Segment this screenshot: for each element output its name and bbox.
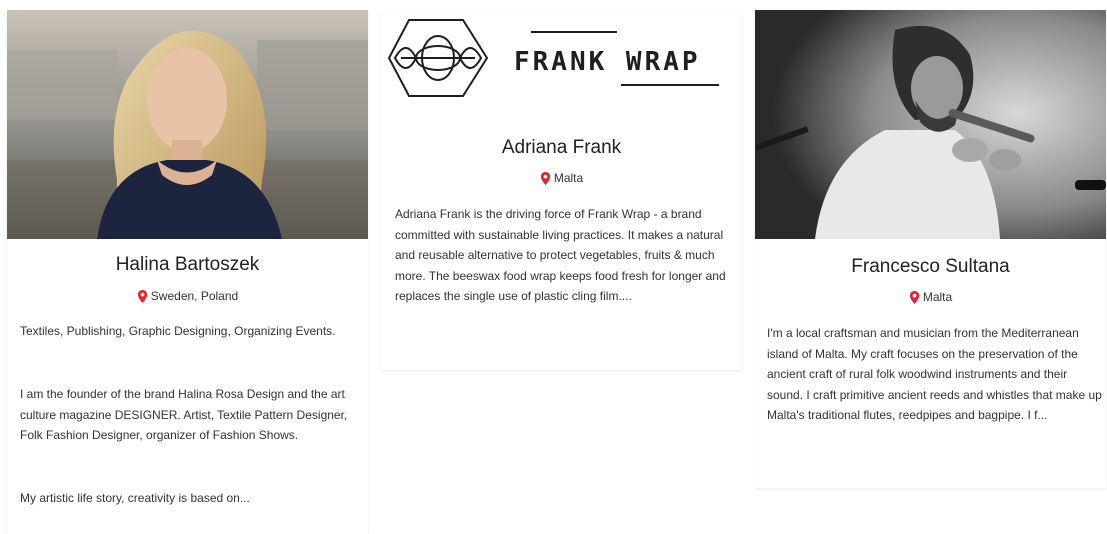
person-name[interactable]: Francesco Sultana — [755, 256, 1106, 278]
map-pin-icon — [909, 290, 919, 304]
location: Malta — [381, 171, 742, 185]
description-paragraph: I am the founder of the brand Halina Ros… — [20, 387, 348, 442]
frank-wrap-logo-icon: FRANK WRAP — [387, 19, 719, 97]
location: Sweden, Poland — [7, 289, 368, 303]
profile-photo[interactable] — [755, 10, 1106, 239]
location-text: Malta — [922, 290, 953, 304]
profile-card-adriana[interactable]: FRANK WRAP Adriana Frank Malta Adriana F… — [381, 10, 742, 370]
location: Malta — [755, 290, 1106, 304]
portrait-image — [755, 10, 1106, 239]
svg-text:FRANK WRAP: FRANK WRAP — [514, 47, 701, 77]
location-text: Sweden, Poland — [150, 289, 239, 303]
location-text: Malta — [553, 171, 584, 185]
description-paragraph: Adriana Frank is the driving force of Fr… — [395, 207, 726, 303]
profile-card-francesco[interactable]: Francesco Sultana Malta I'm a local craf… — [755, 10, 1106, 488]
portrait-image — [7, 10, 368, 239]
description-paragraph: Textiles, Publishing, Graphic Designing,… — [20, 324, 336, 338]
person-name[interactable]: Adriana Frank — [381, 137, 742, 159]
profile-card-halina[interactable]: Halina Bartoszek Sweden, Poland Textiles… — [7, 10, 368, 534]
profile-photo[interactable] — [7, 10, 368, 239]
map-pin-icon — [540, 171, 550, 185]
description-paragraph: I'm a local craftsman and musician from … — [767, 326, 1102, 422]
brand-logo[interactable]: FRANK WRAP — [381, 10, 742, 128]
person-name[interactable]: Halina Bartoszek — [7, 254, 368, 276]
map-pin-icon — [137, 289, 147, 303]
description-paragraph: My artistic life story, creativity is ba… — [20, 491, 250, 505]
